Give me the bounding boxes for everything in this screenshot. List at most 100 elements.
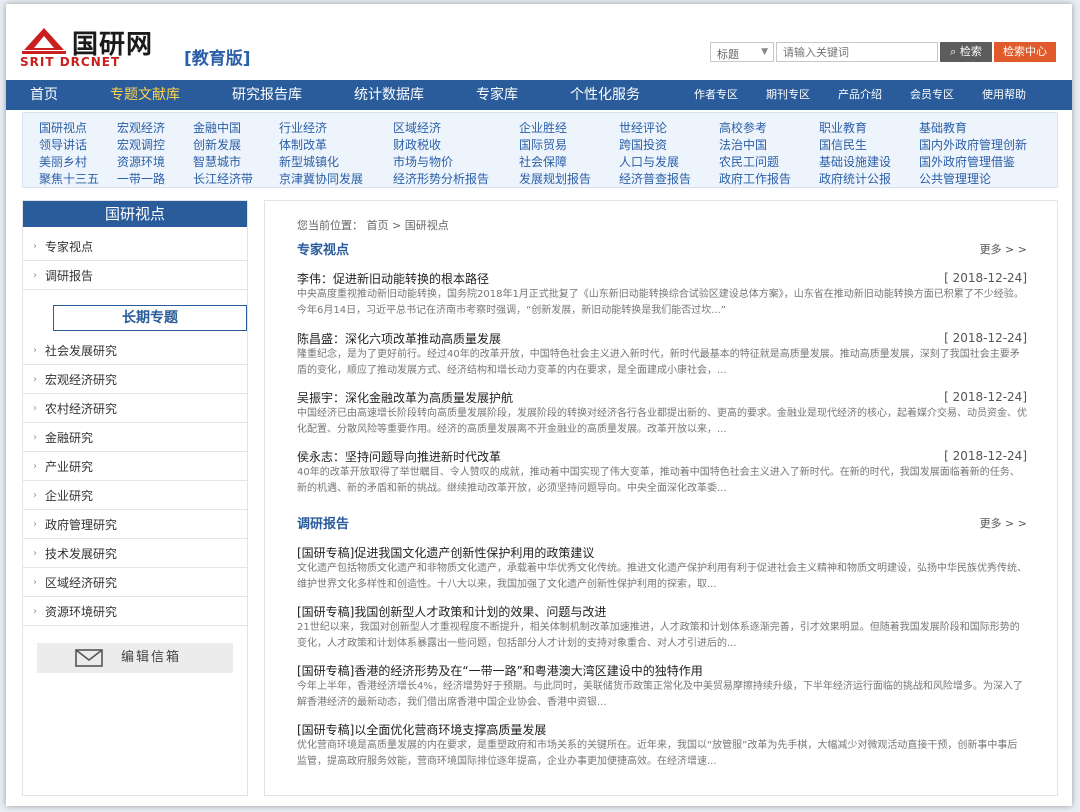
category-link[interactable]: 宏观调控	[117, 136, 165, 153]
category-link[interactable]: 基础教育	[919, 119, 967, 136]
nav-item-authors[interactable]: 作者专区	[694, 80, 738, 110]
category-link[interactable]: 经济普查报告	[619, 170, 691, 187]
nav-item-statistics[interactable]: 统计数据库	[354, 80, 424, 110]
category-link[interactable]: 体制改革	[279, 136, 327, 153]
article-title[interactable]: [国研专稿]我国创新型人才政策和计划的效果、问题与改进	[297, 604, 1027, 620]
category-link[interactable]: 一带一路	[117, 170, 165, 187]
category-link[interactable]: 财政税收	[393, 136, 441, 153]
page-frame: 国研网 SRIT DRCNET [教育版] 标题 ▼ ⌕ 检索 检索中心 首页 …	[6, 4, 1072, 806]
category-link[interactable]: 行业经济	[279, 119, 327, 136]
category-link[interactable]: 聚焦十三五	[39, 170, 99, 187]
category-link[interactable]: 跨国投资	[619, 136, 667, 153]
category-link[interactable]: 发展规划报告	[519, 170, 591, 187]
article-title[interactable]: 陈昌盛：深化六项改革推动高质量发展	[297, 331, 1027, 347]
article-title[interactable]: [国研专稿]香港的经济形势及在“一带一路”和粤港澳大湾区建设中的独特作用	[297, 663, 1027, 679]
more-link-research[interactable]: 更多 > >	[980, 515, 1027, 531]
category-link[interactable]: 世经评论	[619, 119, 667, 136]
category-link[interactable]: 新型城镇化	[279, 153, 339, 170]
search-button[interactable]: ⌕ 检索	[940, 42, 992, 62]
nav-item-products[interactable]: 产品介绍	[838, 80, 882, 110]
article-item: [国研专稿]促进我国文化遗产创新性保护利用的政策建议 文化遗产包括物质文化遗产和…	[297, 545, 1027, 593]
category-link[interactable]: 社会保障	[519, 153, 567, 170]
sidebar-item-label: 宏观经济研究	[45, 373, 118, 387]
category-link[interactable]: 经济形势分析报告	[393, 170, 489, 187]
editor-mailbox-button[interactable]: 编辑信箱	[37, 643, 233, 673]
sidebar-topic-item[interactable]: › 金融研究	[23, 424, 247, 452]
category-link[interactable]: 国信民生	[819, 136, 867, 153]
category-link[interactable]: 公共管理理论	[919, 170, 991, 187]
category-link[interactable]: 人口与发展	[619, 153, 679, 170]
category-row: 美丽乡村 资源环境 智慧城市 新型城镇化 市场与物价 社会保障 人口与发展 农民…	[23, 153, 1059, 169]
sidebar-topic-item[interactable]: › 社会发展研究	[23, 337, 247, 365]
search-field-select-value: 标题	[717, 48, 739, 61]
sidebar-topic-item[interactable]: › 农村经济研究	[23, 395, 247, 423]
category-link[interactable]: 创新发展	[193, 136, 241, 153]
category-link[interactable]: 宏观经济	[117, 119, 165, 136]
search-center-button[interactable]: 检索中心	[994, 42, 1056, 62]
chevron-right-icon: ›	[33, 241, 37, 252]
category-link[interactable]: 职业教育	[819, 119, 867, 136]
category-link[interactable]: 金融中国	[193, 119, 241, 136]
article-item: [国研专稿]香港的经济形势及在“一带一路”和粤港澳大湾区建设中的独特作用 今年上…	[297, 663, 1027, 711]
search-field-select[interactable]: 标题 ▼	[710, 42, 774, 62]
category-row: 聚焦十三五 一带一路 长江经济带 京津冀协同发展 经济形势分析报告 发展规划报告…	[23, 170, 1059, 186]
sidebar-topic-item[interactable]: › 企业研究	[23, 482, 247, 510]
sidebar-topic-item[interactable]: › 政府管理研究	[23, 511, 247, 539]
search-input[interactable]	[776, 42, 938, 62]
sidebar-item-label: 专家视点	[45, 240, 94, 254]
category-link[interactable]: 京津冀协同发展	[279, 170, 363, 187]
sidebar-topic-item[interactable]: › 资源环境研究	[23, 598, 247, 626]
category-link[interactable]: 政府工作报告	[719, 170, 791, 187]
article-title[interactable]: 李伟：促进新旧动能转换的根本路径	[297, 271, 1027, 287]
more-link-expert[interactable]: 更多 > >	[980, 241, 1027, 257]
nav-item-reports[interactable]: 研究报告库	[232, 80, 302, 110]
nav-item-members[interactable]: 会员专区	[910, 80, 954, 110]
nav-item-journals[interactable]: 期刊专区	[766, 80, 810, 110]
category-link[interactable]: 农民工问题	[719, 153, 779, 170]
sidebar-item-label: 金融研究	[45, 431, 94, 445]
chevron-down-icon: ▼	[761, 47, 768, 57]
category-link[interactable]: 国际贸易	[519, 136, 567, 153]
nav-item-topics[interactable]: 专题文献库	[110, 80, 180, 110]
category-link[interactable]: 企业胜经	[519, 119, 567, 136]
article-title[interactable]: 侯永志：坚持问题导向推进新时代改革	[297, 449, 1027, 465]
article-title[interactable]: [国研专稿]以全面优化营商环境支撑高质量发展	[297, 722, 1027, 738]
article-summary: 文化遗产包括物质文化遗产和非物质文化遗产，承载着中华优秀文化传统。推进文化遗产保…	[297, 563, 1027, 590]
chevron-right-icon: ›	[33, 403, 37, 414]
category-link[interactable]: 区域经济	[393, 119, 441, 136]
sidebar-heading: 国研视点	[23, 201, 247, 227]
sidebar-item-label: 调研报告	[45, 269, 94, 283]
category-link[interactable]: 领导讲话	[39, 136, 87, 153]
category-link[interactable]: 资源环境	[117, 153, 165, 170]
category-link[interactable]: 国研视点	[39, 119, 87, 136]
logo[interactable]: 国研网 SRIT DRCNET [教育版]	[20, 24, 260, 69]
nav-item-personal[interactable]: 个性化服务	[570, 80, 640, 110]
article-item: 吴振宇：深化金融改革为高质量发展护航 [ 2018-12-24] 中国经济已由高…	[297, 390, 1027, 438]
category-link[interactable]: 美丽乡村	[39, 153, 87, 170]
article-summary: 隆重纪念，是为了更好前行。经过40年的改革开放，中国特色社会主义进入新时代，新时…	[297, 349, 1020, 376]
sidebar-topic-item[interactable]: › 宏观经济研究	[23, 366, 247, 394]
category-link[interactable]: 法治中国	[719, 136, 767, 153]
sidebar-item-expert-views[interactable]: › 专家视点	[23, 233, 247, 261]
category-link[interactable]: 长江经济带	[193, 170, 253, 187]
category-link[interactable]: 基础设施建设	[819, 153, 891, 170]
category-link[interactable]: 国内外政府管理创新	[919, 136, 1027, 153]
article-title[interactable]: 吴振宇：深化金融改革为高质量发展护航	[297, 390, 1027, 406]
nav-item-help[interactable]: 使用帮助	[982, 80, 1026, 110]
article-item: 李伟：促进新旧动能转换的根本路径 [ 2018-12-24] 中央高度重视推动新…	[297, 271, 1027, 319]
sidebar-topic-item[interactable]: › 技术发展研究	[23, 540, 247, 568]
category-link[interactable]: 国外政府管理借鉴	[919, 153, 1015, 170]
breadcrumb: 您当前位置： 首页 > 国研视点	[297, 219, 449, 232]
category-link[interactable]: 政府统计公报	[819, 170, 891, 187]
article-title[interactable]: [国研专稿]促进我国文化遗产创新性保护利用的政策建议	[297, 545, 1027, 561]
nav-item-experts[interactable]: 专家库	[476, 80, 518, 110]
sidebar-topic-item[interactable]: › 区域经济研究	[23, 569, 247, 597]
sidebar-topic-item[interactable]: › 产业研究	[23, 453, 247, 481]
category-link[interactable]: 智慧城市	[193, 153, 241, 170]
nav-item-home[interactable]: 首页	[30, 80, 58, 110]
chevron-right-icon: ›	[33, 432, 37, 443]
category-link[interactable]: 高校参考	[719, 119, 767, 136]
article-summary: 优化营商环境是高质量发展的内在要求，是重塑政府和市场关系的关键所在。近年来，我国…	[297, 740, 1018, 767]
sidebar-item-research-reports[interactable]: › 调研报告	[23, 262, 247, 290]
category-link[interactable]: 市场与物价	[393, 153, 453, 170]
